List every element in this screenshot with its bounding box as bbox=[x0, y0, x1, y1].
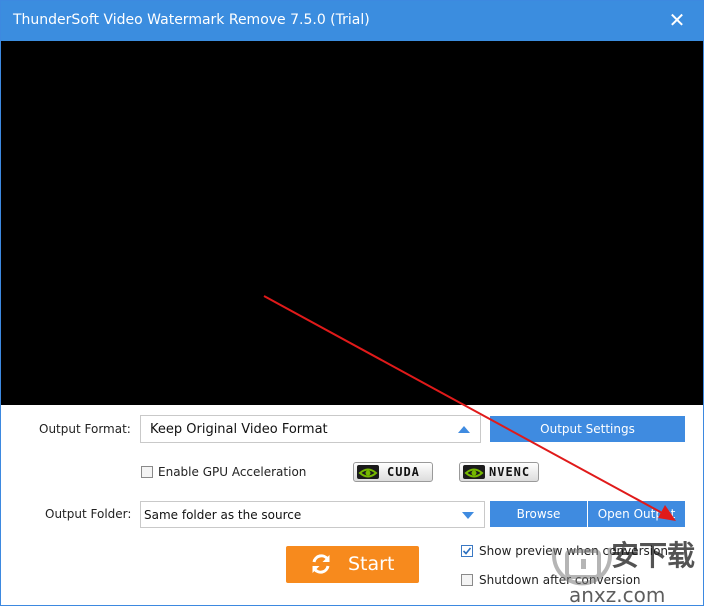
start-button[interactable]: Start bbox=[286, 546, 419, 583]
output-format-label: Output Format: bbox=[39, 422, 131, 436]
window-title: ThunderSoft Video Watermark Remove 7.5.0… bbox=[13, 12, 370, 28]
nvidia-logo-icon bbox=[463, 465, 485, 479]
output-folder-select[interactable]: Same folder as the source bbox=[140, 501, 485, 528]
title-bar: ThunderSoft Video Watermark Remove 7.5.0… bbox=[1, 1, 703, 41]
start-button-label: Start bbox=[348, 553, 395, 575]
output-folder-value: Same folder as the source bbox=[144, 508, 302, 522]
nvidia-logo-icon bbox=[357, 465, 379, 479]
video-preview-area bbox=[1, 41, 703, 405]
dropdown-arrow-icon bbox=[462, 512, 474, 519]
watermark-domain: anxz.com bbox=[569, 583, 665, 606]
watermark-chinese: 安下载 bbox=[611, 539, 695, 572]
refresh-icon bbox=[310, 553, 332, 575]
output-folder-label: Output Folder: bbox=[45, 507, 132, 521]
cuda-badge: CUDA bbox=[353, 462, 433, 482]
show-preview-checkbox[interactable] bbox=[461, 545, 473, 557]
dropdown-arrow-icon bbox=[458, 426, 470, 433]
gpu-acceleration-checkbox[interactable] bbox=[141, 466, 153, 478]
site-watermark: 安下载 anxz.com bbox=[547, 523, 704, 607]
nvenc-badge: NVENC bbox=[459, 462, 539, 482]
app-window: ThunderSoft Video Watermark Remove 7.5.0… bbox=[0, 0, 704, 606]
gpu-acceleration-label: Enable GPU Acceleration bbox=[158, 465, 307, 479]
output-format-value: Keep Original Video Format bbox=[150, 422, 328, 437]
output-format-select[interactable]: Keep Original Video Format bbox=[140, 415, 481, 443]
nvenc-badge-label: NVENC bbox=[489, 465, 531, 479]
cuda-badge-label: CUDA bbox=[387, 465, 420, 479]
output-settings-button[interactable]: Output Settings bbox=[490, 416, 685, 442]
shutdown-checkbox[interactable] bbox=[461, 574, 473, 586]
close-icon[interactable]: ✕ bbox=[665, 8, 689, 32]
